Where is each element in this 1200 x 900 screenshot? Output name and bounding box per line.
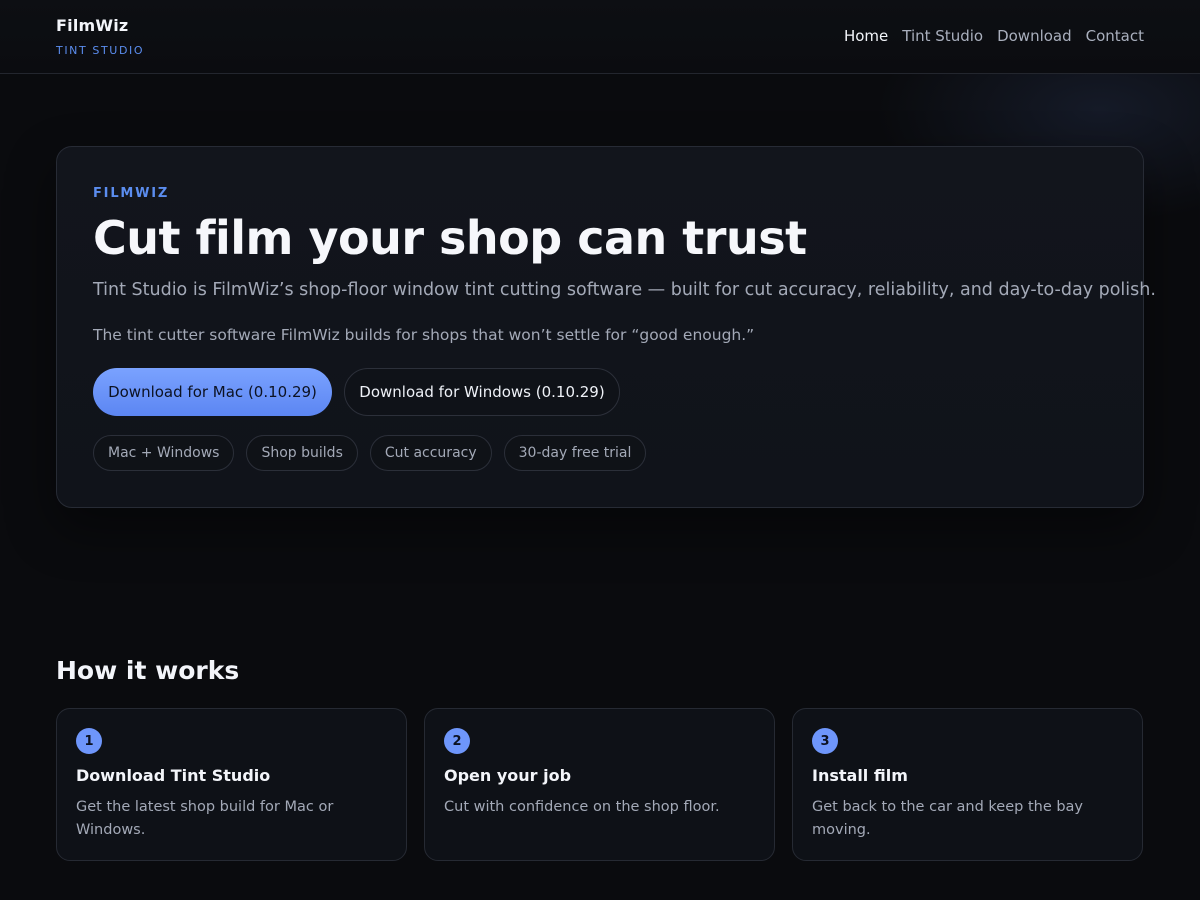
brand[interactable]: FilmWiz TINT STUDIO: [56, 16, 144, 57]
nav-link-download[interactable]: Download: [997, 27, 1072, 45]
chip-free-trial: 30-day free trial: [503, 435, 647, 471]
step-number-badge: 2: [444, 728, 470, 754]
chip-platforms: Mac + Windows: [93, 435, 235, 471]
feature-chips: Mac + Windows Shop builds Cut accuracy 3…: [93, 435, 647, 471]
steps-list: 1 Download Tint Studio Get the latest sh…: [56, 708, 1143, 861]
hero-title: Cut film your shop can trust: [93, 211, 807, 265]
hero-card: FILMWIZ Cut film your shop can trust Tin…: [56, 146, 1156, 508]
site-header: FilmWiz TINT STUDIO Home Tint Studio Dow…: [0, 0, 1200, 74]
brand-subtitle: TINT STUDIO: [56, 44, 145, 57]
step-description: Get back to the car and keep the bay mov…: [812, 799, 1084, 838]
how-it-works-title: How it works: [56, 656, 240, 685]
nav-link-contact[interactable]: Contact: [1086, 27, 1144, 45]
step-title: Open your job: [444, 766, 572, 785]
nav-link-tint-studio[interactable]: Tint Studio: [902, 27, 983, 45]
download-mac-button[interactable]: Download for Mac (0.10.29): [93, 368, 332, 416]
step-title: Download Tint Studio: [76, 766, 271, 785]
step-number-badge: 3: [812, 728, 838, 754]
step-number-badge: 1: [76, 728, 102, 754]
hero-eyebrow: FILMWIZ: [93, 186, 170, 201]
nav-link-home[interactable]: Home: [844, 27, 888, 45]
step-card: 3 Install film Get back to the car and k…: [792, 708, 1143, 861]
step-card: 2 Open your job Cut with confidence on t…: [424, 708, 775, 861]
step-description: Cut with confidence on the shop floor.: [444, 799, 720, 815]
chip-shop-builds: Shop builds: [246, 435, 358, 471]
main-nav: Home Tint Studio Download Contact: [844, 27, 1144, 45]
step-description: Get the latest shop build for Mac or Win…: [76, 799, 334, 838]
hero-description: The tint cutter software FilmWiz builds …: [93, 326, 755, 344]
chip-cut-accuracy: Cut accuracy: [369, 435, 492, 471]
brand-name: FilmWiz: [56, 16, 129, 35]
download-windows-button[interactable]: Download for Windows (0.10.29): [344, 368, 620, 416]
step-title: Install film: [812, 766, 908, 785]
hero-lead: Tint Studio is FilmWiz’s shop-floor wind…: [93, 280, 1156, 300]
step-card: 1 Download Tint Studio Get the latest sh…: [56, 708, 407, 861]
